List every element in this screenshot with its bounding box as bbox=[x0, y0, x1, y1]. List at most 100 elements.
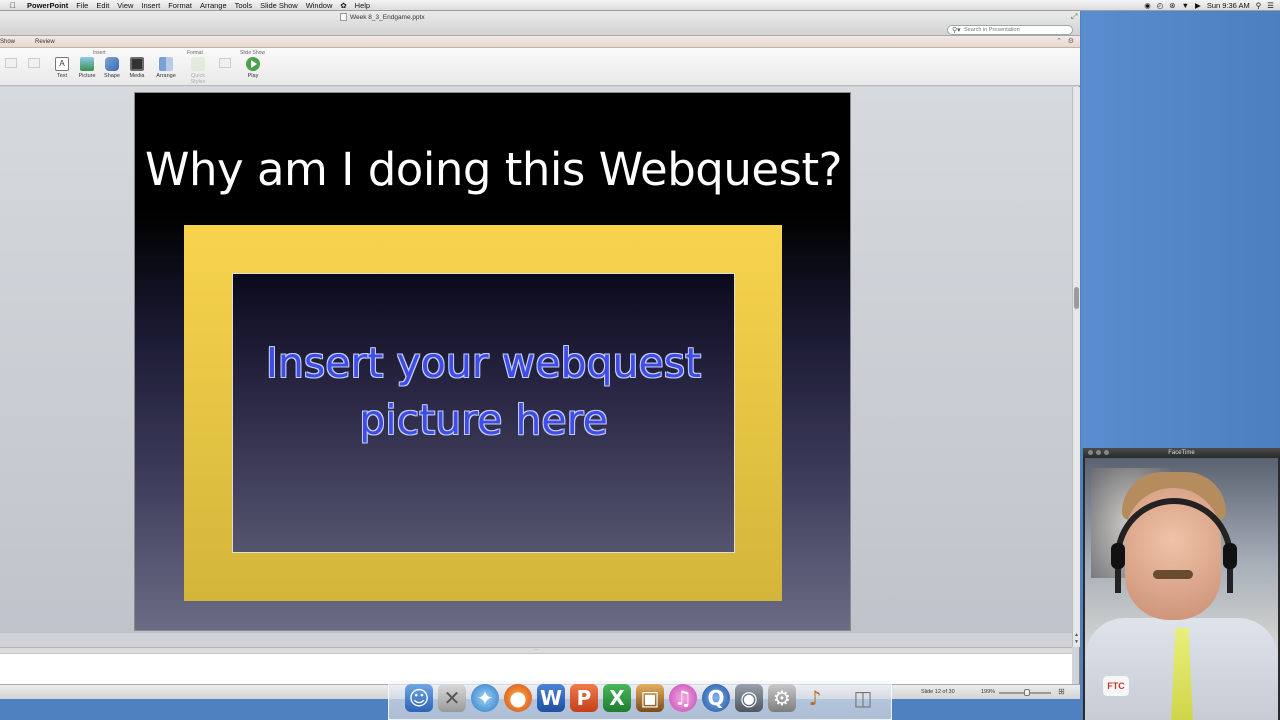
scroll-up-icon[interactable]: ▲ bbox=[1074, 632, 1079, 638]
menu-arrange[interactable]: Arrange bbox=[200, 1, 227, 10]
shape-button[interactable]: Shape bbox=[101, 57, 123, 79]
garageband-icon[interactable]: ♪ bbox=[801, 684, 829, 712]
search-icon[interactable]: ⚲▾ bbox=[952, 26, 964, 34]
picture-button-label: Picture bbox=[78, 73, 96, 79]
text-button[interactable]: A Text bbox=[51, 57, 73, 79]
bluetooth-icon[interactable]: ⊛ bbox=[1169, 1, 1175, 10]
menu-clock[interactable]: Sun 9:36 AM bbox=[1207, 1, 1250, 10]
scroll-thumb[interactable] bbox=[1074, 287, 1079, 309]
fit-to-window-icon[interactable]: ⊞ bbox=[1058, 687, 1065, 696]
quick-styles-button[interactable]: Quick Styles bbox=[183, 57, 213, 85]
quick-styles-button-label: Quick Styles bbox=[190, 73, 206, 85]
minimize-icon[interactable] bbox=[1096, 450, 1101, 455]
ribbon-tabs: Show Review ⌃ ⚙ bbox=[0, 36, 1080, 48]
status-icon[interactable]: ◉ bbox=[1144, 1, 1151, 10]
notification-center-icon[interactable]: ☰ bbox=[1267, 1, 1274, 10]
menu-edit[interactable]: Edit bbox=[96, 1, 109, 10]
headset-earpiece-right bbox=[1223, 543, 1237, 569]
script-icon[interactable]: ✿ bbox=[340, 1, 346, 10]
apple-icon[interactable]:  bbox=[10, 0, 20, 11]
zoom-slider-knob[interactable] bbox=[1024, 689, 1030, 696]
menu-bar:  PowerPoint File Edit View Insert Forma… bbox=[0, 0, 1280, 11]
scroll-down-icon[interactable]: ▼ bbox=[1074, 639, 1079, 645]
finder-icon[interactable]: ☺ bbox=[405, 684, 433, 712]
menu-insert[interactable]: Insert bbox=[141, 1, 160, 10]
window-titlebar[interactable]: Week 8_3_Endgame.pptx ⤢ ⚲▾ bbox=[0, 11, 1080, 36]
gear-icon[interactable]: ⚙ bbox=[1068, 37, 1074, 45]
facetime-window: FaceTime FTC bbox=[1083, 448, 1280, 720]
dock: ☺ ✕ ✦ ● W P X ▣ ♫ Q ◉ ⚙ ♪ ◫ bbox=[388, 681, 892, 720]
wifi-icon[interactable]: ▼ bbox=[1182, 1, 1189, 10]
media-button[interactable]: Media bbox=[126, 57, 148, 79]
mail-icon[interactable]: ✕ bbox=[438, 684, 466, 712]
media-icon bbox=[130, 57, 144, 71]
arrange-button-label: Arrange bbox=[156, 73, 176, 79]
picture-placeholder[interactable]: Insert your webquest picture here bbox=[232, 273, 735, 553]
arrange-icon bbox=[159, 57, 173, 71]
document-icon bbox=[340, 13, 347, 21]
menu-format[interactable]: Format bbox=[168, 1, 192, 10]
slide[interactable]: Why am I doing this Webquest? Insert you… bbox=[134, 92, 851, 631]
text-box-icon: A bbox=[55, 57, 69, 71]
vertical-scrollbar[interactable]: ▲ ▼ bbox=[1072, 87, 1080, 647]
screen-capture-icon[interactable]: ◉ bbox=[735, 684, 763, 712]
placeholder-text-line2: picture here bbox=[359, 396, 608, 444]
menu-tools[interactable]: Tools bbox=[235, 1, 253, 10]
tab-review[interactable]: Review bbox=[35, 39, 55, 45]
text-button-label: Text bbox=[56, 73, 68, 79]
picture-icon bbox=[80, 57, 94, 71]
notes-pane[interactable] bbox=[0, 653, 1072, 684]
quicktime-icon[interactable]: Q bbox=[702, 684, 730, 712]
itunes-icon[interactable]: ♫ bbox=[669, 684, 697, 712]
document-title-text: Week 8_3_Endgame.pptx bbox=[350, 13, 425, 21]
menu-file[interactable]: File bbox=[76, 1, 88, 10]
volume-icon[interactable]: ▶ bbox=[1195, 1, 1201, 10]
shape-icon bbox=[105, 57, 119, 71]
search-box[interactable]: ⚲▾ bbox=[947, 25, 1073, 35]
menu-view[interactable]: View bbox=[117, 1, 133, 10]
group-label-format: Format bbox=[187, 50, 203, 56]
play-icon bbox=[246, 57, 260, 71]
time-machine-icon[interactable]: ◴ bbox=[1157, 1, 1164, 10]
facetime-video: FTC bbox=[1085, 458, 1278, 720]
safari-icon[interactable]: ✦ bbox=[471, 684, 499, 712]
search-input[interactable] bbox=[964, 27, 1064, 33]
menu-app-name[interactable]: PowerPoint bbox=[27, 1, 68, 10]
menu-window[interactable]: Window bbox=[306, 1, 333, 10]
collapse-ribbon-icon[interactable]: ⌃ bbox=[1056, 37, 1062, 45]
trash-icon[interactable]: ◫ bbox=[849, 684, 877, 712]
menu-extras: ◉ ◴ ⊛ ▼ ▶ Sun 9:36 AM ⚲ ☰ bbox=[1138, 0, 1274, 11]
group-label-insert: Insert bbox=[93, 50, 106, 56]
excel-icon[interactable]: X bbox=[603, 684, 631, 712]
powerpoint-window: Week 8_3_Endgame.pptx ⤢ ⚲▾ Show Review ⌃… bbox=[0, 11, 1080, 699]
word-icon[interactable]: W bbox=[537, 684, 565, 712]
close-icon[interactable] bbox=[1088, 450, 1093, 455]
system-preferences-icon[interactable]: ⚙ bbox=[768, 684, 796, 712]
zoom-level[interactable]: 199% bbox=[981, 689, 995, 695]
arrange-button[interactable]: Arrange bbox=[155, 57, 177, 79]
placeholder-text-line1: Insert your webquest bbox=[265, 339, 702, 387]
placeholder-text[interactable]: Insert your webquest picture here bbox=[266, 335, 701, 449]
zoom-icon[interactable] bbox=[1104, 450, 1109, 455]
slide-count: Slide 12 of 30 bbox=[921, 689, 955, 695]
play-button-label: Play bbox=[247, 73, 259, 79]
menu-slide-show[interactable]: Slide Show bbox=[260, 1, 298, 10]
photos-icon[interactable]: ▣ bbox=[636, 684, 664, 712]
spotlight-icon[interactable]: ⚲ bbox=[1256, 1, 1262, 10]
facetime-title: FaceTime bbox=[1168, 450, 1195, 456]
disabled-tool-icon bbox=[5, 58, 17, 68]
menu-help[interactable]: Help bbox=[355, 1, 370, 10]
powerpoint-icon[interactable]: P bbox=[570, 684, 598, 712]
play-button[interactable]: Play bbox=[242, 57, 264, 79]
tab-slide-show[interactable]: Show bbox=[0, 39, 15, 45]
ribbon: Insert Format Slide Show A Text Picture … bbox=[0, 48, 1080, 86]
disabled-tool-icon bbox=[28, 58, 40, 68]
shape-button-label: Shape bbox=[104, 73, 120, 79]
headset-earpiece-left bbox=[1111, 543, 1125, 569]
slide-title[interactable]: Why am I doing this Webquest? bbox=[135, 143, 852, 196]
shirt-logo: FTC bbox=[1103, 676, 1129, 696]
fullscreen-icon[interactable]: ⤢ bbox=[1071, 12, 1077, 22]
facetime-titlebar[interactable]: FaceTime bbox=[1083, 448, 1280, 458]
firefox-icon[interactable]: ● bbox=[504, 684, 532, 712]
picture-button[interactable]: Picture bbox=[76, 57, 98, 79]
